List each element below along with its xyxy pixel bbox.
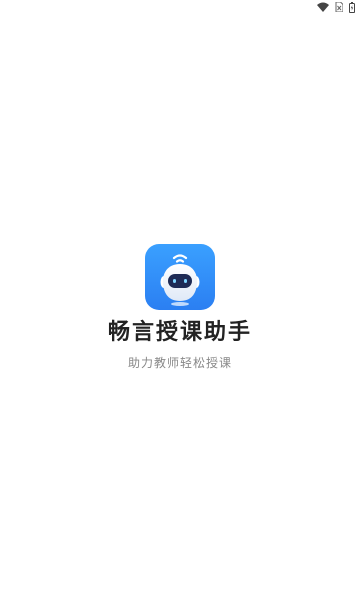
status-bar xyxy=(0,0,360,14)
splash-screen: 畅言授课助手 助力教师轻松授课 xyxy=(0,0,360,600)
no-sim-icon xyxy=(335,2,343,12)
app-slogan: 助力教师轻松授课 xyxy=(127,356,232,370)
status-icons xyxy=(317,1,355,13)
robot-logo-icon xyxy=(145,244,215,310)
app-name-title: 畅言授课助手 xyxy=(107,320,252,345)
battery-icon xyxy=(349,1,355,13)
wifi-icon xyxy=(317,2,329,12)
